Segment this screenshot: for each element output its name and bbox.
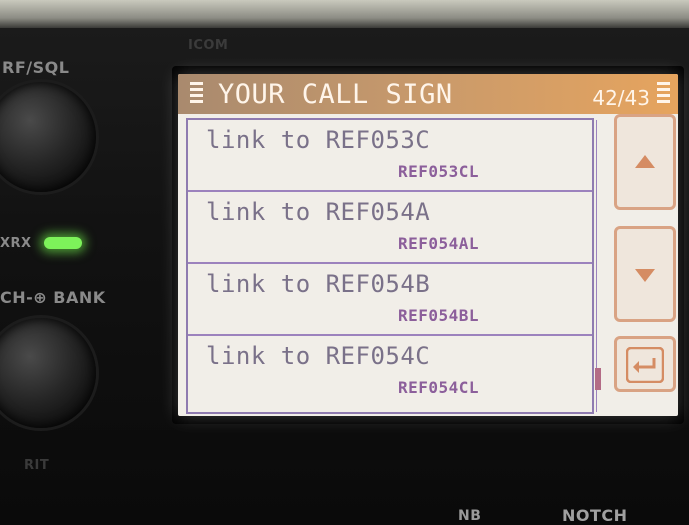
item-label: link to REF054C [206,342,431,370]
lcd-screen: YOUR CALL SIGN 42/43 link to REF053C REF… [178,74,678,416]
brand-logo: ICOM [188,38,229,53]
item-callsign: REF054CL [398,378,480,397]
list-icon [657,82,670,106]
triangle-down-icon [635,269,655,282]
list-scrollbar[interactable] [595,120,603,412]
scroll-down-button[interactable] [614,226,676,322]
item-label: link to REF053C [206,126,431,154]
xrx-label: XRX [0,236,32,251]
item-callsign: REF054BL [398,306,480,325]
list-item[interactable]: link to REF054B REF054BL [188,264,592,336]
title-bar: YOUR CALL SIGN 42/43 [178,74,678,114]
screen-title: YOUR CALL SIGN [218,79,453,110]
scroll-up-button[interactable] [614,114,676,210]
page-indicator: 42/43 [592,86,650,110]
rit-label: RIT [24,458,50,473]
nb-label: NB [458,508,482,524]
back-button[interactable] [614,336,676,392]
list-item[interactable]: link to REF053C REF053CL [188,120,592,192]
triangle-up-icon [635,155,655,168]
rf-sql-label: RF/SQL [2,58,70,77]
scrollbar-thumb[interactable] [595,368,601,390]
notch-label: NOTCH [562,506,628,525]
list-item[interactable]: link to REF054C REF054CL [188,336,592,408]
item-label: link to REF054B [206,270,431,298]
background-wall [0,0,689,30]
item-callsign: REF053CL [398,162,480,181]
item-callsign: REF054AL [398,234,480,253]
item-label: link to REF054A [206,198,431,226]
menu-icon [190,82,203,106]
xrx-indicator-led [44,237,82,249]
bank-label: CH-⊕ BANK [0,288,106,307]
return-arrow-icon [626,347,664,383]
list-item[interactable]: link to REF054A REF054AL [188,192,592,264]
callsign-list: link to REF053C REF053CL link to REF054A… [186,118,594,414]
